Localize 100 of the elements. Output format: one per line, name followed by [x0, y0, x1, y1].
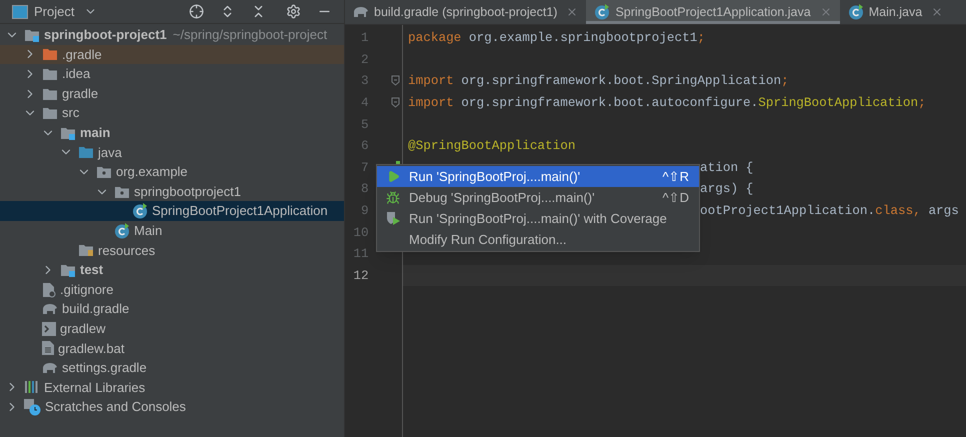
- tree-item[interactable]: src: [0, 103, 344, 123]
- line-number: 11: [352, 245, 369, 264]
- folder-icon: [42, 106, 58, 120]
- menu-item[interactable]: Debug 'SpringBootProj....main()' ^⇧D: [377, 187, 699, 208]
- tree-item[interactable]: resources: [0, 240, 344, 260]
- play-icon: [386, 170, 400, 183]
- class-icon: [114, 222, 130, 239]
- elephant-icon: [353, 6, 369, 18]
- tree-item[interactable]: .gradle: [0, 44, 344, 64]
- folder-icon: [114, 184, 130, 199]
- line-number: 9: [360, 202, 369, 220]
- tree-item-label: gradlew.bat: [58, 340, 124, 358]
- folder-icon: [42, 86, 58, 101]
- tree-item[interactable]: org.example: [0, 162, 344, 182]
- tree-item[interactable]: test: [0, 260, 344, 280]
- class-icon: [594, 4, 610, 20]
- tree-item-label: SpringBootProject1Application: [152, 202, 328, 220]
- terminal-icon: [42, 322, 56, 336]
- fold-icon[interactable]: [391, 97, 400, 108]
- line-number: 10: [352, 224, 369, 242]
- folder-icon: [24, 28, 40, 42]
- tree-item[interactable]: build.gradle: [0, 299, 344, 319]
- folder-icon: [60, 262, 76, 277]
- tree-item[interactable]: .idea: [0, 64, 344, 84]
- folder-icon: [78, 145, 94, 160]
- code-line: ation {: [700, 158, 754, 177]
- tree-item[interactable]: gradlew.bat: [0, 338, 344, 358]
- editor-tab[interactable]: SpringBootProject1Application.java: [586, 0, 840, 24]
- shortcut-label: ^⇧D: [662, 188, 690, 207]
- shield-play-icon: [386, 211, 400, 226]
- tree-item-label: gradlew: [60, 320, 106, 338]
- menu-item[interactable]: Run 'SpringBootProj....main()' ^⇧R: [377, 166, 699, 187]
- tree-item-label: .gradle: [62, 46, 102, 64]
- editor-tab[interactable]: build.gradle (springboot-project1): [345, 0, 586, 24]
- folder-icon: [96, 164, 112, 179]
- tree-item[interactable]: SpringBootProject1Application: [0, 201, 344, 221]
- class-icon: [848, 4, 864, 20]
- tree-item-label: test: [80, 261, 104, 280]
- tree-item[interactable]: main: [0, 122, 344, 143]
- tree-item[interactable]: gradlew: [0, 318, 344, 338]
- elephant-icon: [42, 303, 58, 316]
- tree-item[interactable]: java: [0, 142, 344, 162]
- folder-icon: [42, 47, 58, 62]
- tree-item-label: org.example: [116, 163, 188, 182]
- line-number: 8: [360, 180, 369, 198]
- tree-item-label: Scratches and Consoles: [45, 398, 186, 416]
- code-line: package org.example.springbootproject1;: [408, 29, 705, 48]
- fold-icon[interactable]: [391, 75, 400, 86]
- line-number: 3: [360, 72, 369, 90]
- tree-item-label: External Libraries: [44, 378, 146, 397]
- tree-item-label: .idea: [62, 65, 90, 84]
- tree-item-label: gradle: [62, 84, 98, 103]
- editor-tab[interactable]: Main.java: [840, 0, 952, 24]
- shortcut-label: ^⇧R: [662, 168, 690, 186]
- tree-item[interactable]: gradle: [0, 84, 344, 104]
- tree-item[interactable]: settings.gradle: [0, 358, 344, 378]
- folder-icon: [78, 243, 94, 258]
- line-number: 12: [352, 266, 369, 285]
- line-number: 5: [360, 116, 369, 134]
- line-number: 4: [360, 94, 369, 112]
- tree-item-label: .gitignore: [60, 280, 114, 299]
- file-icon: [42, 282, 56, 298]
- file-icon: [42, 340, 54, 356]
- code-line: ootProject1Application.class, args: [700, 202, 959, 220]
- close-icon[interactable]: [931, 6, 944, 18]
- libraries-icon: [24, 380, 40, 394]
- tree-item-label: settings.gradle: [62, 359, 147, 378]
- scratches-icon: [24, 398, 41, 416]
- menu-item[interactable]: Modify Run Configuration...: [377, 229, 699, 250]
- tree-item-label: java: [98, 144, 122, 162]
- locate-icon[interactable]: [189, 4, 204, 19]
- menu-item[interactable]: Run 'SpringBootProj....main()' with Coverage: [377, 208, 699, 229]
- line-number: 6: [360, 137, 369, 156]
- tree-item-label: main: [80, 124, 110, 142]
- tree-item-label: resources: [98, 242, 156, 260]
- tree-item[interactable]: .gitignore: [0, 280, 344, 300]
- line-number: 1: [360, 29, 369, 48]
- panel-title-dropdown[interactable]: Project: [34, 2, 98, 22]
- code-line: @SpringBootApplication: [408, 137, 576, 156]
- window-icon: [12, 4, 28, 18]
- folder-icon: [42, 66, 58, 81]
- tree-item[interactable]: springboot-project1 ~/spring/springboot-project: [0, 25, 344, 45]
- tree-item-label: springboot-project1: [44, 26, 167, 44]
- close-icon[interactable]: [566, 6, 578, 18]
- bug-icon: [386, 190, 400, 204]
- tree-item[interactable]: Scratches and Consoles: [0, 397, 344, 417]
- code-line: import org.springframework.boot.SpringApplication;: [408, 72, 789, 90]
- tree-item-label: Main: [134, 222, 162, 240]
- tree-item[interactable]: springbootproject1: [0, 182, 344, 202]
- project-path: ~/spring/springboot-project: [172, 26, 328, 44]
- elephant-icon: [42, 362, 58, 374]
- tree-item[interactable]: External Libraries: [0, 378, 344, 398]
- tree-item-label: build.gradle: [62, 300, 130, 318]
- folder-icon: [60, 126, 76, 140]
- line-number: 2: [360, 50, 369, 69]
- code-line: args) {: [700, 180, 754, 198]
- code-line: import org.springframework.boot.autoconfigure.SpringBootApplication;: [408, 94, 926, 112]
- tree-item[interactable]: Main: [0, 220, 344, 241]
- line-number: 7: [360, 158, 369, 177]
- settings-icon[interactable]: [286, 4, 301, 19]
